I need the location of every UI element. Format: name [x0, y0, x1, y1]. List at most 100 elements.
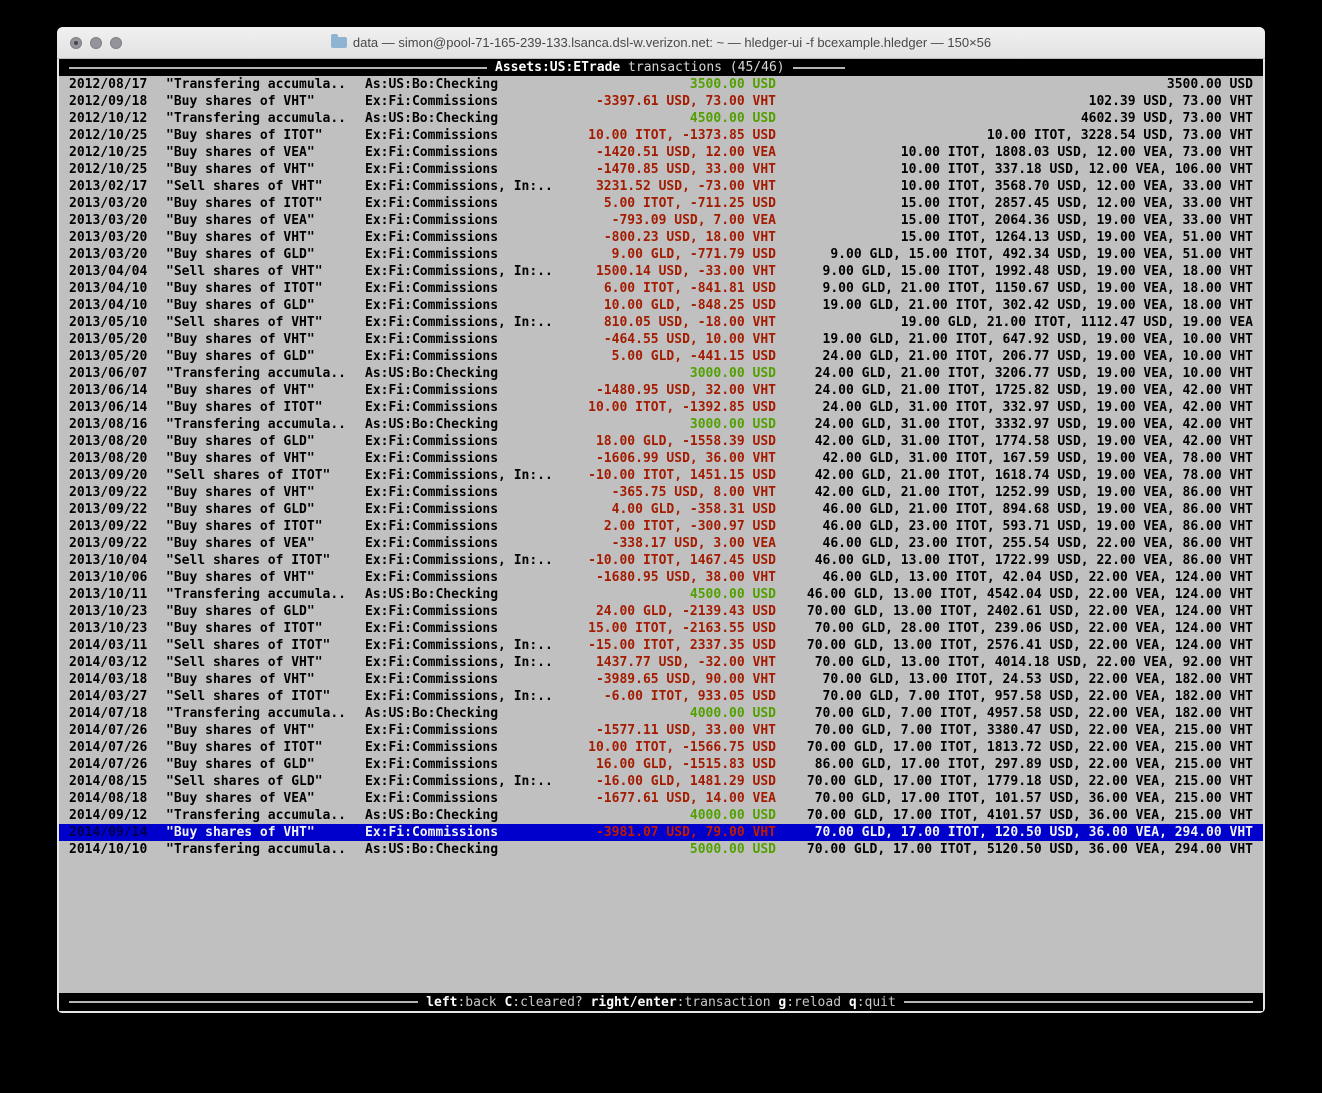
transaction-row[interactable]: 2013/03/20"Buy shares of GLD"Ex:Fi:Commi… — [59, 246, 1263, 263]
txn-date: 2014/07/26 — [69, 739, 149, 756]
txn-balance: 70.00 GLD, 17.00 ITOT, 5120.50 USD, 36.0… — [776, 841, 1253, 858]
txn-description: "Buy shares of VEA" — [166, 790, 348, 807]
txn-change-amount: -1420.51 USD, 12.00 VEA — [557, 144, 776, 161]
transaction-row[interactable]: 2013/03/20"Buy shares of ITOT"Ex:Fi:Comm… — [59, 195, 1263, 212]
txn-date: 2013/10/04 — [69, 552, 149, 569]
transaction-row[interactable]: 2013/02/17"Sell shares of VHT"Ex:Fi:Comm… — [59, 178, 1263, 195]
transaction-row[interactable]: 2013/08/20"Buy shares of GLD"Ex:Fi:Commi… — [59, 433, 1263, 450]
transaction-row[interactable]: 2012/08/17"Transfering accumula..As:US:B… — [59, 76, 1263, 93]
transaction-row[interactable]: 2013/05/20"Buy shares of GLD"Ex:Fi:Commi… — [59, 348, 1263, 365]
transaction-row[interactable]: 2013/09/22"Buy shares of VHT"Ex:Fi:Commi… — [59, 484, 1263, 501]
txn-description: "Buy shares of VHT" — [166, 569, 348, 586]
transaction-row[interactable]: 2013/06/14"Buy shares of ITOT"Ex:Fi:Comm… — [59, 399, 1263, 416]
transaction-row[interactable]: 2013/06/14"Buy shares of VHT"Ex:Fi:Commi… — [59, 382, 1263, 399]
transaction-row[interactable]: 2013/04/04"Sell shares of VHT"Ex:Fi:Comm… — [59, 263, 1263, 280]
txn-description: "Buy shares of ITOT" — [166, 518, 348, 535]
txn-balance: 70.00 GLD, 17.00 ITOT, 1779.18 USD, 22.0… — [776, 773, 1253, 790]
txn-change-amount: -3981.07 USD, 79.00 VHT — [557, 824, 776, 841]
transaction-row[interactable]: 2014/08/15"Sell shares of GLD"Ex:Fi:Comm… — [59, 773, 1263, 790]
txn-other-accounts: Ex:Fi:Commissions, In:.. — [365, 467, 557, 484]
transaction-row[interactable]: 2013/04/10"Buy shares of GLD"Ex:Fi:Commi… — [59, 297, 1263, 314]
txn-description: "Buy shares of VHT" — [166, 382, 348, 399]
txn-description: "Buy shares of GLD" — [166, 246, 348, 263]
txn-balance: 15.00 ITOT, 2857.45 USD, 12.00 VEA, 33.0… — [776, 195, 1253, 212]
transaction-row[interactable]: 2013/10/11"Transfering accumula..As:US:B… — [59, 586, 1263, 603]
transaction-row-selected[interactable]: 2014/09/14"Buy shares of VHT"Ex:Fi:Commi… — [59, 824, 1263, 841]
txn-balance: 9.00 GLD, 15.00 ITOT, 1992.48 USD, 19.00… — [776, 263, 1253, 280]
transaction-row[interactable]: 2013/10/23"Buy shares of ITOT"Ex:Fi:Comm… — [59, 620, 1263, 637]
txn-description: "Buy shares of VHT" — [166, 671, 348, 688]
transaction-row[interactable]: 2012/09/18"Buy shares of VHT"Ex:Fi:Commi… — [59, 93, 1263, 110]
txn-other-accounts: Ex:Fi:Commissions — [365, 824, 557, 841]
transaction-row[interactable]: 2013/10/04"Sell shares of ITOT"Ex:Fi:Com… — [59, 552, 1263, 569]
txn-description: "Sell shares of ITOT" — [166, 552, 348, 569]
transaction-row[interactable]: 2013/06/07"Transfering accumula..As:US:B… — [59, 365, 1263, 382]
transaction-row[interactable]: 2014/08/18"Buy shares of VEA"Ex:Fi:Commi… — [59, 790, 1263, 807]
keybindings-bar: left:back C:cleared? right/enter:transac… — [59, 993, 1263, 1011]
txn-balance: 46.00 GLD, 13.00 ITOT, 42.04 USD, 22.00 … — [776, 569, 1253, 586]
txn-other-accounts: As:US:Bo:Checking — [365, 76, 557, 93]
transaction-row[interactable]: 2013/09/22"Buy shares of ITOT"Ex:Fi:Comm… — [59, 518, 1263, 535]
transaction-row[interactable]: 2013/04/10"Buy shares of ITOT"Ex:Fi:Comm… — [59, 280, 1263, 297]
transaction-row[interactable]: 2014/07/26"Buy shares of ITOT"Ex:Fi:Comm… — [59, 739, 1263, 756]
txn-description: "Sell shares of VHT" — [166, 314, 348, 331]
txn-balance: 24.00 GLD, 31.00 ITOT, 332.97 USD, 19.00… — [776, 399, 1253, 416]
txn-other-accounts: Ex:Fi:Commissions — [365, 297, 557, 314]
txn-balance: 46.00 GLD, 21.00 ITOT, 894.68 USD, 19.00… — [776, 501, 1253, 518]
txn-date: 2014/09/14 — [69, 824, 149, 841]
transaction-row[interactable]: 2013/08/20"Buy shares of VHT"Ex:Fi:Commi… — [59, 450, 1263, 467]
txn-other-accounts: As:US:Bo:Checking — [365, 807, 557, 824]
txn-date: 2014/07/26 — [69, 722, 149, 739]
key-hint-action: :cleared? — [512, 995, 590, 1010]
txn-balance: 42.00 GLD, 21.00 ITOT, 1618.74 USD, 19.0… — [776, 467, 1253, 484]
transaction-row[interactable]: 2012/10/25"Buy shares of VEA"Ex:Fi:Commi… — [59, 144, 1263, 161]
transaction-row[interactable]: 2014/03/12"Sell shares of VHT"Ex:Fi:Comm… — [59, 654, 1263, 671]
txn-balance: 42.00 GLD, 21.00 ITOT, 1252.99 USD, 19.0… — [776, 484, 1253, 501]
transaction-row[interactable]: 2013/05/20"Buy shares of VHT"Ex:Fi:Commi… — [59, 331, 1263, 348]
transaction-row[interactable]: 2013/03/20"Buy shares of VEA"Ex:Fi:Commi… — [59, 212, 1263, 229]
txn-date: 2013/05/10 — [69, 314, 149, 331]
txn-change-amount: 4500.00 USD — [557, 110, 776, 127]
txn-date: 2012/09/18 — [69, 93, 149, 110]
key-hint-action: :reload — [786, 995, 849, 1010]
txn-other-accounts: Ex:Fi:Commissions — [365, 518, 557, 535]
screen-account-name: Assets:US:ETrade — [495, 60, 620, 75]
txn-balance: 102.39 USD, 73.00 VHT — [776, 93, 1253, 110]
txn-change-amount: 24.00 GLD, -2139.43 USD — [557, 603, 776, 620]
txn-change-amount: 3000.00 USD — [557, 416, 776, 433]
terminal-window: data — simon@pool-71-165-239-133.lsanca.… — [57, 27, 1265, 1013]
window-titlebar[interactable]: data — simon@pool-71-165-239-133.lsanca.… — [57, 27, 1265, 59]
transaction-row[interactable]: 2014/03/11"Sell shares of ITOT"Ex:Fi:Com… — [59, 637, 1263, 654]
txn-change-amount: 3500.00 USD — [557, 76, 776, 93]
transaction-row[interactable]: 2013/10/23"Buy shares of GLD"Ex:Fi:Commi… — [59, 603, 1263, 620]
txn-balance: 24.00 GLD, 21.00 ITOT, 3206.77 USD, 19.0… — [776, 365, 1253, 382]
txn-other-accounts: Ex:Fi:Commissions — [365, 620, 557, 637]
transaction-row[interactable]: 2014/09/12"Transfering accumula..As:US:B… — [59, 807, 1263, 824]
close-button[interactable] — [70, 37, 82, 49]
transaction-row[interactable]: 2014/10/10"Transfering accumula..As:US:B… — [59, 841, 1263, 858]
minimize-button[interactable] — [90, 37, 102, 49]
transaction-row[interactable]: 2013/10/06"Buy shares of VHT"Ex:Fi:Commi… — [59, 569, 1263, 586]
transaction-row[interactable]: 2013/09/22"Buy shares of GLD"Ex:Fi:Commi… — [59, 501, 1263, 518]
zoom-button[interactable] — [110, 37, 122, 49]
transaction-row[interactable]: 2013/09/20"Sell shares of ITOT"Ex:Fi:Com… — [59, 467, 1263, 484]
transaction-row[interactable]: 2014/07/18"Transfering accumula..As:US:B… — [59, 705, 1263, 722]
txn-change-amount: 4500.00 USD — [557, 586, 776, 603]
transaction-row[interactable]: 2014/03/18"Buy shares of VHT"Ex:Fi:Commi… — [59, 671, 1263, 688]
transaction-row[interactable]: 2013/03/20"Buy shares of VHT"Ex:Fi:Commi… — [59, 229, 1263, 246]
transactions-list: 2012/08/17"Transfering accumula..As:US:B… — [59, 76, 1263, 858]
transaction-row[interactable]: 2012/10/12"Transfering accumula..As:US:B… — [59, 110, 1263, 127]
transaction-row[interactable]: 2012/10/25"Buy shares of ITOT"Ex:Fi:Comm… — [59, 127, 1263, 144]
txn-balance: 70.00 GLD, 7.00 ITOT, 957.58 USD, 22.00 … — [776, 688, 1253, 705]
txn-date: 2014/03/18 — [69, 671, 149, 688]
txn-description: "Buy shares of GLD" — [166, 756, 348, 773]
transaction-row[interactable]: 2014/07/26"Buy shares of GLD"Ex:Fi:Commi… — [59, 756, 1263, 773]
transaction-row[interactable]: 2013/05/10"Sell shares of VHT"Ex:Fi:Comm… — [59, 314, 1263, 331]
transaction-row[interactable]: 2013/09/22"Buy shares of VEA"Ex:Fi:Commi… — [59, 535, 1263, 552]
transaction-row[interactable]: 2012/10/25"Buy shares of VHT"Ex:Fi:Commi… — [59, 161, 1263, 178]
transaction-row[interactable]: 2014/07/26"Buy shares of VHT"Ex:Fi:Commi… — [59, 722, 1263, 739]
transaction-row[interactable]: 2013/08/16"Transfering accumula..As:US:B… — [59, 416, 1263, 433]
footer-rule-right — [904, 1001, 1253, 1003]
txn-description: "Sell shares of VHT" — [166, 654, 348, 671]
transaction-row[interactable]: 2014/03/27"Sell shares of ITOT"Ex:Fi:Com… — [59, 688, 1263, 705]
